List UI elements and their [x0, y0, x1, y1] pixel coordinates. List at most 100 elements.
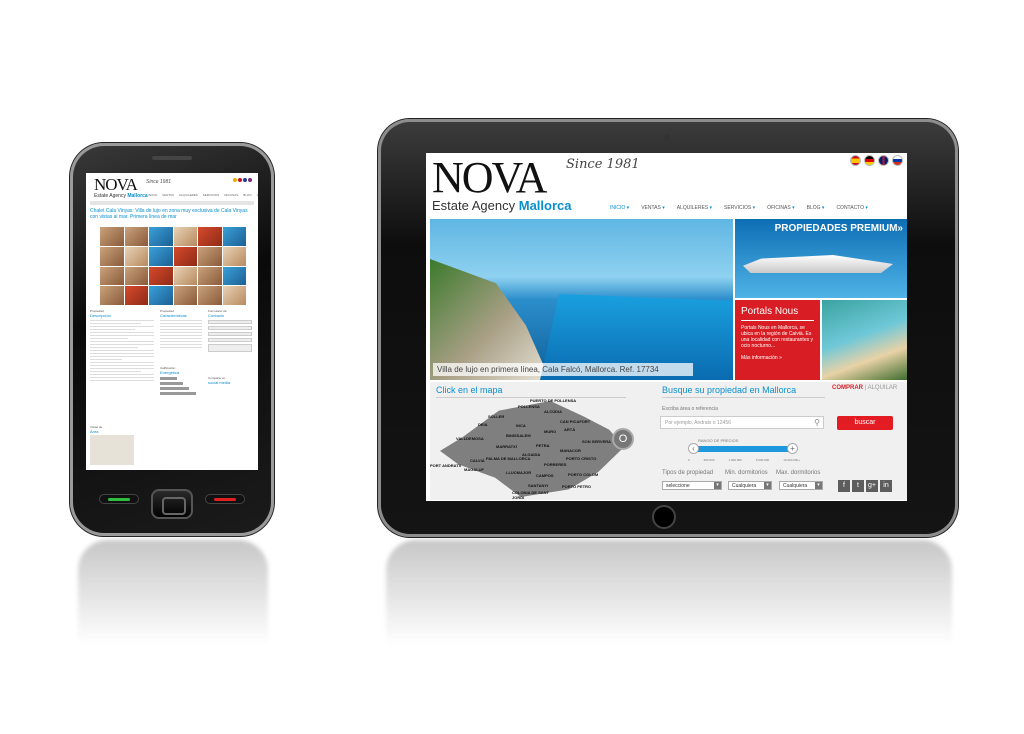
min-bedrooms-select[interactable]: Cualquiera: [728, 481, 772, 490]
linkedin-icon[interactable]: in: [880, 480, 892, 492]
de-flag-icon[interactable]: [238, 178, 242, 182]
hero-slide[interactable]: Villa de lujo en primera línea, Cala Fal…: [430, 219, 733, 380]
gallery-thumb[interactable]: [100, 227, 124, 246]
ru-flag-icon[interactable]: [248, 178, 252, 182]
map-town[interactable]: ALCÚDIA: [544, 409, 562, 414]
phone-logo[interactable]: NOVA: [94, 176, 138, 193]
map-town[interactable]: MURO: [544, 429, 556, 434]
map-town[interactable]: PUERTO DE POLLENSA: [530, 398, 576, 403]
phone-photo-gallery[interactable]: [100, 227, 246, 305]
map-town[interactable]: SANTANYI: [528, 483, 548, 488]
map-town[interactable]: PORTO CRISTO: [566, 456, 596, 461]
gallery-thumb[interactable]: [173, 266, 197, 286]
portals-nous-panel[interactable]: Portals Nous Portals Nous en Mallorca, s…: [735, 300, 820, 380]
map-town[interactable]: PORRERES: [544, 462, 566, 467]
gallery-thumb[interactable]: [198, 227, 222, 246]
premium-properties-banner[interactable]: PROPIEDADES PREMIUM»: [735, 219, 907, 298]
gb-flag-icon[interactable]: [878, 155, 889, 166]
beach-image[interactable]: [822, 300, 907, 380]
gallery-thumb[interactable]: [222, 266, 246, 286]
gallery-thumb[interactable]: [198, 266, 222, 286]
nav-ventas[interactable]: VENTAS: [641, 205, 665, 211]
gallery-thumb[interactable]: [149, 266, 173, 286]
map-town[interactable]: MAGALUF: [464, 467, 484, 472]
gallery-thumb[interactable]: [222, 286, 246, 305]
gallery-thumb[interactable]: [100, 266, 124, 286]
phone-end-call-button[interactable]: [205, 494, 245, 504]
de-flag-icon[interactable]: [864, 155, 875, 166]
gallery-thumb[interactable]: [173, 246, 197, 266]
map-town[interactable]: PORT ANDRATX: [430, 463, 461, 468]
gallery-thumb[interactable]: [100, 286, 124, 305]
google-plus-icon[interactable]: g+: [866, 480, 878, 492]
map-town[interactable]: SON SERVERA: [582, 439, 611, 444]
phone-nav-alquileres[interactable]: ALQUILERES: [179, 193, 198, 197]
tablet-home-button[interactable]: [652, 505, 676, 529]
phone-nav-oficinas[interactable]: OFICINAS: [224, 193, 238, 197]
map-town[interactable]: DEIA: [478, 422, 488, 427]
gallery-thumb[interactable]: [100, 246, 124, 266]
gallery-thumb[interactable]: [149, 286, 173, 305]
map-town[interactable]: COLONIA DE SANT JORDI: [512, 490, 552, 500]
gallery-thumb[interactable]: [124, 246, 148, 266]
slider-min-handle[interactable]: ‹: [688, 443, 699, 454]
phone-nav-ventas[interactable]: VENTAS: [162, 193, 174, 197]
site-logo[interactable]: NOVA: [432, 156, 547, 200]
area-reference-input[interactable]: Por ejemplo, Andratx o 12456 ⚲: [660, 416, 824, 429]
map-town[interactable]: CAN PICAFORT: [560, 419, 590, 424]
map-town[interactable]: VALLDEMOSA: [456, 436, 484, 441]
search-icon[interactable]: ⚲: [814, 418, 820, 427]
map-town[interactable]: PETRA: [536, 443, 550, 448]
nav-oficinas[interactable]: OFICINAS: [767, 205, 795, 211]
map-town[interactable]: CALVIÁ: [470, 458, 485, 463]
phone-nav-blog[interactable]: BLOG: [243, 193, 251, 197]
map-town[interactable]: BINISSALEM: [506, 433, 531, 438]
search-button[interactable]: buscar: [837, 416, 893, 430]
nav-alquileres[interactable]: ALQUILERES: [677, 205, 712, 211]
nav-contacto[interactable]: CONTACTO: [836, 205, 868, 211]
twitter-icon[interactable]: t: [852, 480, 864, 492]
map-town[interactable]: INCA: [516, 423, 526, 428]
facebook-icon[interactable]: f: [838, 480, 850, 492]
phone-nav-inicio[interactable]: INICIO: [148, 193, 157, 197]
gallery-thumb[interactable]: [222, 246, 246, 266]
map-town[interactable]: ARTÁ: [564, 427, 575, 432]
map-town[interactable]: PORTO PETRO: [562, 484, 591, 489]
map-toggle-button[interactable]: O: [612, 428, 634, 450]
gallery-thumb[interactable]: [173, 286, 197, 305]
buy-tab[interactable]: COMPRAR: [832, 385, 863, 391]
map-town[interactable]: LLUCMAJOR: [506, 470, 531, 475]
property-type-select[interactable]: seleccione: [662, 481, 722, 490]
max-bedrooms-select[interactable]: Cualquiera: [779, 481, 823, 490]
map-town[interactable]: POLLENSA: [518, 404, 540, 409]
phone-area-map[interactable]: [90, 435, 134, 465]
gallery-thumb[interactable]: [198, 246, 222, 266]
phone-nav-contacto[interactable]: CONTACTO: [257, 193, 258, 197]
map-town[interactable]: SÓLLER: [488, 414, 504, 419]
map-town[interactable]: CAMPOS: [536, 473, 554, 478]
slider-max-handle[interactable]: +: [787, 443, 798, 454]
gallery-thumb[interactable]: [149, 246, 173, 266]
es-flag-icon[interactable]: [233, 178, 237, 182]
gallery-thumb[interactable]: [124, 266, 148, 286]
phone-home-button[interactable]: [151, 489, 193, 519]
portals-more-link[interactable]: Más información »: [741, 355, 814, 361]
map-town[interactable]: PALMA DE MALLORCA: [486, 456, 530, 461]
phone-call-button[interactable]: [99, 494, 139, 504]
gallery-thumb[interactable]: [173, 227, 197, 246]
nav-servicios[interactable]: SERVICIOS: [724, 205, 755, 211]
map-town[interactable]: MARRATXÍ: [496, 444, 517, 449]
hero-caption[interactable]: Villa de lujo en primera línea, Cala Fal…: [433, 363, 693, 376]
es-flag-icon[interactable]: [850, 155, 861, 166]
gallery-thumb[interactable]: [222, 227, 246, 246]
nav-inicio[interactable]: INICIO: [610, 205, 629, 211]
gallery-thumb[interactable]: [124, 286, 148, 305]
ru-flag-icon[interactable]: [892, 155, 903, 166]
price-range-slider[interactable]: ‹ +: [688, 443, 798, 454]
map-town[interactable]: PORTO COLOM: [568, 472, 598, 477]
gallery-thumb[interactable]: [198, 286, 222, 305]
gallery-thumb[interactable]: [124, 227, 148, 246]
gallery-thumb[interactable]: [149, 227, 173, 246]
gb-flag-icon[interactable]: [243, 178, 247, 182]
rent-tab[interactable]: ALQUILAR: [868, 385, 898, 391]
